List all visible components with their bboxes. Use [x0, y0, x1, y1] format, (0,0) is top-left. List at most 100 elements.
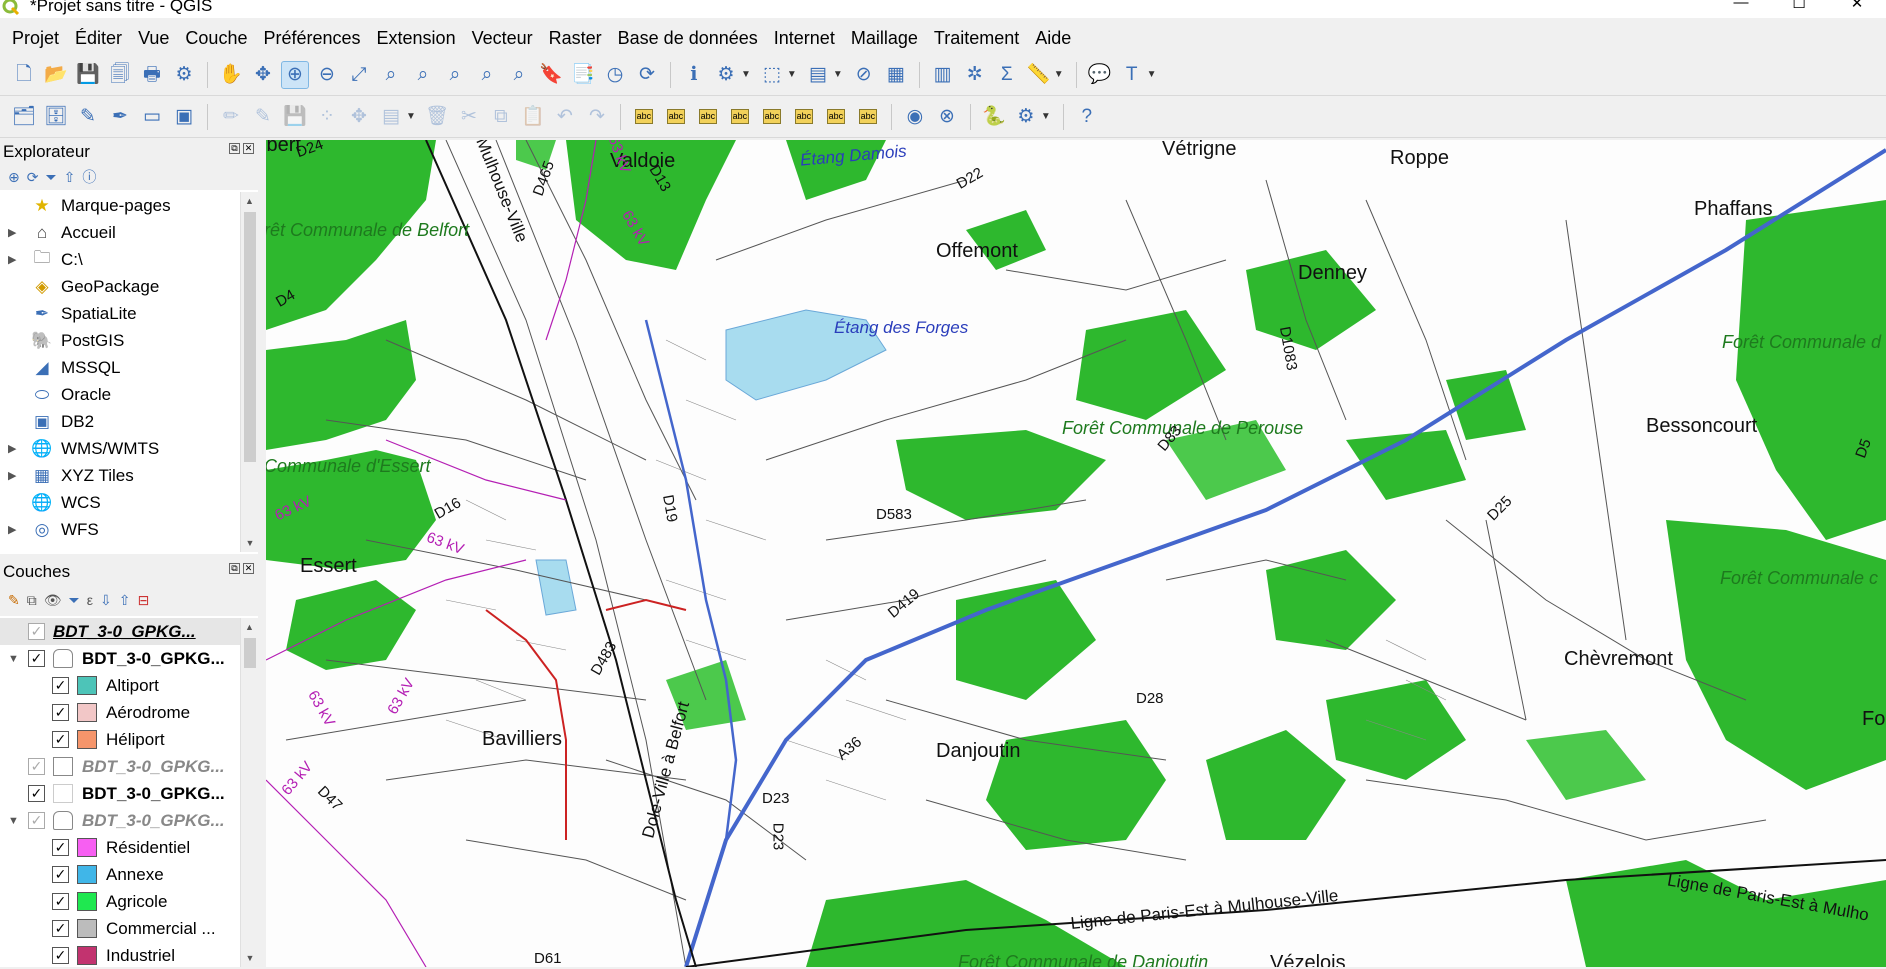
expression-filter-icon[interactable]: ε: [87, 592, 93, 608]
text-annotation-icon[interactable]: T: [1118, 61, 1146, 89]
menu-traitement[interactable]: Traitement: [926, 28, 1027, 49]
filter-icon[interactable]: ⏷: [45, 169, 56, 186]
delete-selected-icon[interactable]: 🗑: [423, 103, 451, 131]
layer-styling-icon[interactable]: ✎: [8, 592, 20, 609]
temporal-icon[interactable]: ◷: [601, 61, 629, 89]
label-show-hide-icon[interactable]: abc: [758, 103, 786, 131]
cut-icon[interactable]: ✂: [455, 103, 483, 131]
digitize-icon[interactable]: ✎: [74, 103, 102, 131]
expand-arrow-icon[interactable]: ▶: [8, 523, 16, 536]
explorer-item[interactable]: ◈ GeoPackage: [0, 273, 240, 300]
manage-visibility-icon[interactable]: 👁: [44, 592, 62, 609]
layer-visibility-checkbox[interactable]: ✓: [28, 785, 45, 802]
scroll-down-icon[interactable]: ▼: [241, 949, 259, 967]
expand-all-icon[interactable]: ⇩: [100, 592, 112, 609]
label-move-icon[interactable]: abc: [726, 103, 754, 131]
spatialite-icon[interactable]: ✒: [106, 103, 134, 131]
menu-vue[interactable]: Vue: [130, 28, 177, 49]
georeferencer-icon[interactable]: ◉: [901, 103, 929, 131]
menu-extension[interactable]: Extension: [369, 28, 464, 49]
layers-scrollbar[interactable]: ▲ ▼: [240, 618, 258, 967]
layer-item[interactable]: ✓ Héliport: [0, 726, 240, 753]
layer-visibility-checkbox[interactable]: ✓: [28, 623, 45, 640]
explorer-item[interactable]: ▶ 🗀 C:\: [0, 246, 240, 273]
label-rotate-icon[interactable]: abc: [790, 103, 818, 131]
explorer-item[interactable]: ▶ ⌂ Accueil: [0, 219, 240, 246]
dropdown-arrow-icon[interactable]: ▼: [1041, 111, 1051, 122]
layer-item[interactable]: ✓ Agricole: [0, 888, 240, 915]
zoom-in-icon[interactable]: ⊕: [281, 60, 309, 89]
explorer-item[interactable]: ▶ ◎ WFS: [0, 516, 240, 543]
attribute-table-icon[interactable]: ▦: [882, 61, 910, 89]
close-button[interactable]: ✕: [1828, 0, 1886, 12]
dropdown-arrow-icon[interactable]: ▼: [1054, 69, 1064, 80]
menu-vecteur[interactable]: Vecteur: [464, 28, 541, 49]
print-layout-icon[interactable]: 🖶: [138, 61, 166, 89]
layer-visibility-checkbox[interactable]: ✓: [52, 731, 69, 748]
scroll-up-icon[interactable]: ▲: [241, 618, 258, 636]
explorer-item[interactable]: ⬭ Oracle: [0, 381, 240, 408]
style-manager-icon[interactable]: ⚙: [170, 61, 198, 89]
select-value-icon[interactable]: ▤: [804, 61, 832, 89]
scroll-down-icon[interactable]: ▼: [241, 534, 259, 552]
layer-item[interactable]: ▼ ✓ BDT_3-0_GPKG...: [0, 645, 240, 672]
copy-icon[interactable]: ⧉: [487, 103, 515, 131]
processing-toolbox-icon[interactable]: ✲: [961, 61, 989, 89]
collapse-all-icon[interactable]: ⇧: [64, 169, 76, 186]
dropdown-arrow-icon[interactable]: ▼: [787, 69, 797, 80]
pan-icon[interactable]: ✋: [217, 61, 245, 89]
menu-aide[interactable]: Aide: [1027, 28, 1079, 49]
plugin-icon[interactable]: ⚙: [1012, 103, 1040, 131]
explorer-item[interactable]: ▣ DB2: [0, 408, 240, 435]
map-canvas[interactable]: ValdoieVétrigneRoppeEgueniguePhaffansOff…: [266, 140, 1886, 967]
python-console-icon[interactable]: 🐍: [980, 103, 1008, 131]
add-selected-icon[interactable]: ⊕: [8, 169, 20, 186]
explorer-item[interactable]: ✒ SpatiaLite: [0, 300, 240, 327]
float-panel-icon[interactable]: ⧉: [229, 563, 240, 574]
zoom-out-icon[interactable]: ⊖: [313, 61, 341, 89]
vertex-tool-icon[interactable]: ✥: [345, 103, 373, 131]
refresh-icon[interactable]: ⟳: [27, 169, 39, 186]
zoom-selection-icon[interactable]: ⌕: [377, 61, 405, 89]
expand-arrow-icon[interactable]: ▶: [8, 253, 16, 266]
pan-to-selection-icon[interactable]: ✥: [249, 61, 277, 89]
new-memory-layer-icon[interactable]: ▭: [138, 103, 166, 131]
data-source-manager-icon[interactable]: 🗂: [10, 103, 38, 131]
layer-visibility-checkbox[interactable]: ✓: [52, 920, 69, 937]
minimize-button[interactable]: —: [1712, 0, 1770, 12]
map-tips-icon[interactable]: 💬: [1086, 61, 1114, 89]
label-change-icon[interactable]: abc: [822, 103, 850, 131]
layer-visibility-checkbox[interactable]: ✓: [28, 812, 45, 829]
scroll-up-icon[interactable]: ▲: [241, 192, 258, 210]
collapse-all-icon[interactable]: ⇧: [119, 592, 131, 609]
gps-icon[interactable]: ⊗: [933, 103, 961, 131]
layer-item[interactable]: ✓ Altiport: [0, 672, 240, 699]
open-project-icon[interactable]: 📂: [42, 61, 70, 89]
zoom-last-icon[interactable]: ⌕: [473, 61, 501, 89]
refresh-icon[interactable]: ⟳: [633, 61, 661, 89]
explorer-item[interactable]: ◢ MSSQL: [0, 354, 240, 381]
add-feature-icon[interactable]: ⁘: [313, 103, 341, 131]
label-properties-icon[interactable]: abc: [854, 103, 882, 131]
show-bookmarks-icon[interactable]: 📑: [569, 61, 597, 89]
field-calculator-icon[interactable]: ▥: [929, 61, 957, 89]
menu-internet[interactable]: Internet: [766, 28, 843, 49]
layer-item[interactable]: ✓ Commercial ...: [0, 915, 240, 942]
explorer-scrollbar[interactable]: ▲ ▼: [240, 192, 258, 552]
new-project-icon[interactable]: 🗋: [10, 61, 38, 89]
new-bookmark-icon[interactable]: 🔖: [537, 61, 565, 89]
maximize-button[interactable]: ☐: [1770, 0, 1828, 12]
layer-item[interactable]: ✓ Industriel: [0, 942, 240, 969]
layer-item[interactable]: ✓ BDT_3-0_GPKG...: [0, 753, 240, 780]
statistics-icon[interactable]: Σ: [993, 61, 1021, 89]
layer-item[interactable]: ▼ ✓ BDT_3-0_GPKG...: [0, 807, 240, 834]
redo-icon[interactable]: ↷: [583, 103, 611, 131]
collapse-arrow-icon[interactable]: ▼: [8, 653, 19, 665]
help-icon[interactable]: ?: [1073, 103, 1101, 131]
new-geopackage-icon[interactable]: 🗄: [42, 103, 70, 131]
dropdown-arrow-icon[interactable]: ▼: [833, 69, 843, 80]
layer-visibility-checkbox[interactable]: ✓: [52, 704, 69, 721]
layer-visibility-checkbox[interactable]: ✓: [52, 839, 69, 856]
layer-item[interactable]: ✓ BDT_3-0_GPKG...: [0, 618, 240, 645]
explorer-item[interactable]: ★ Marque-pages: [0, 192, 240, 219]
